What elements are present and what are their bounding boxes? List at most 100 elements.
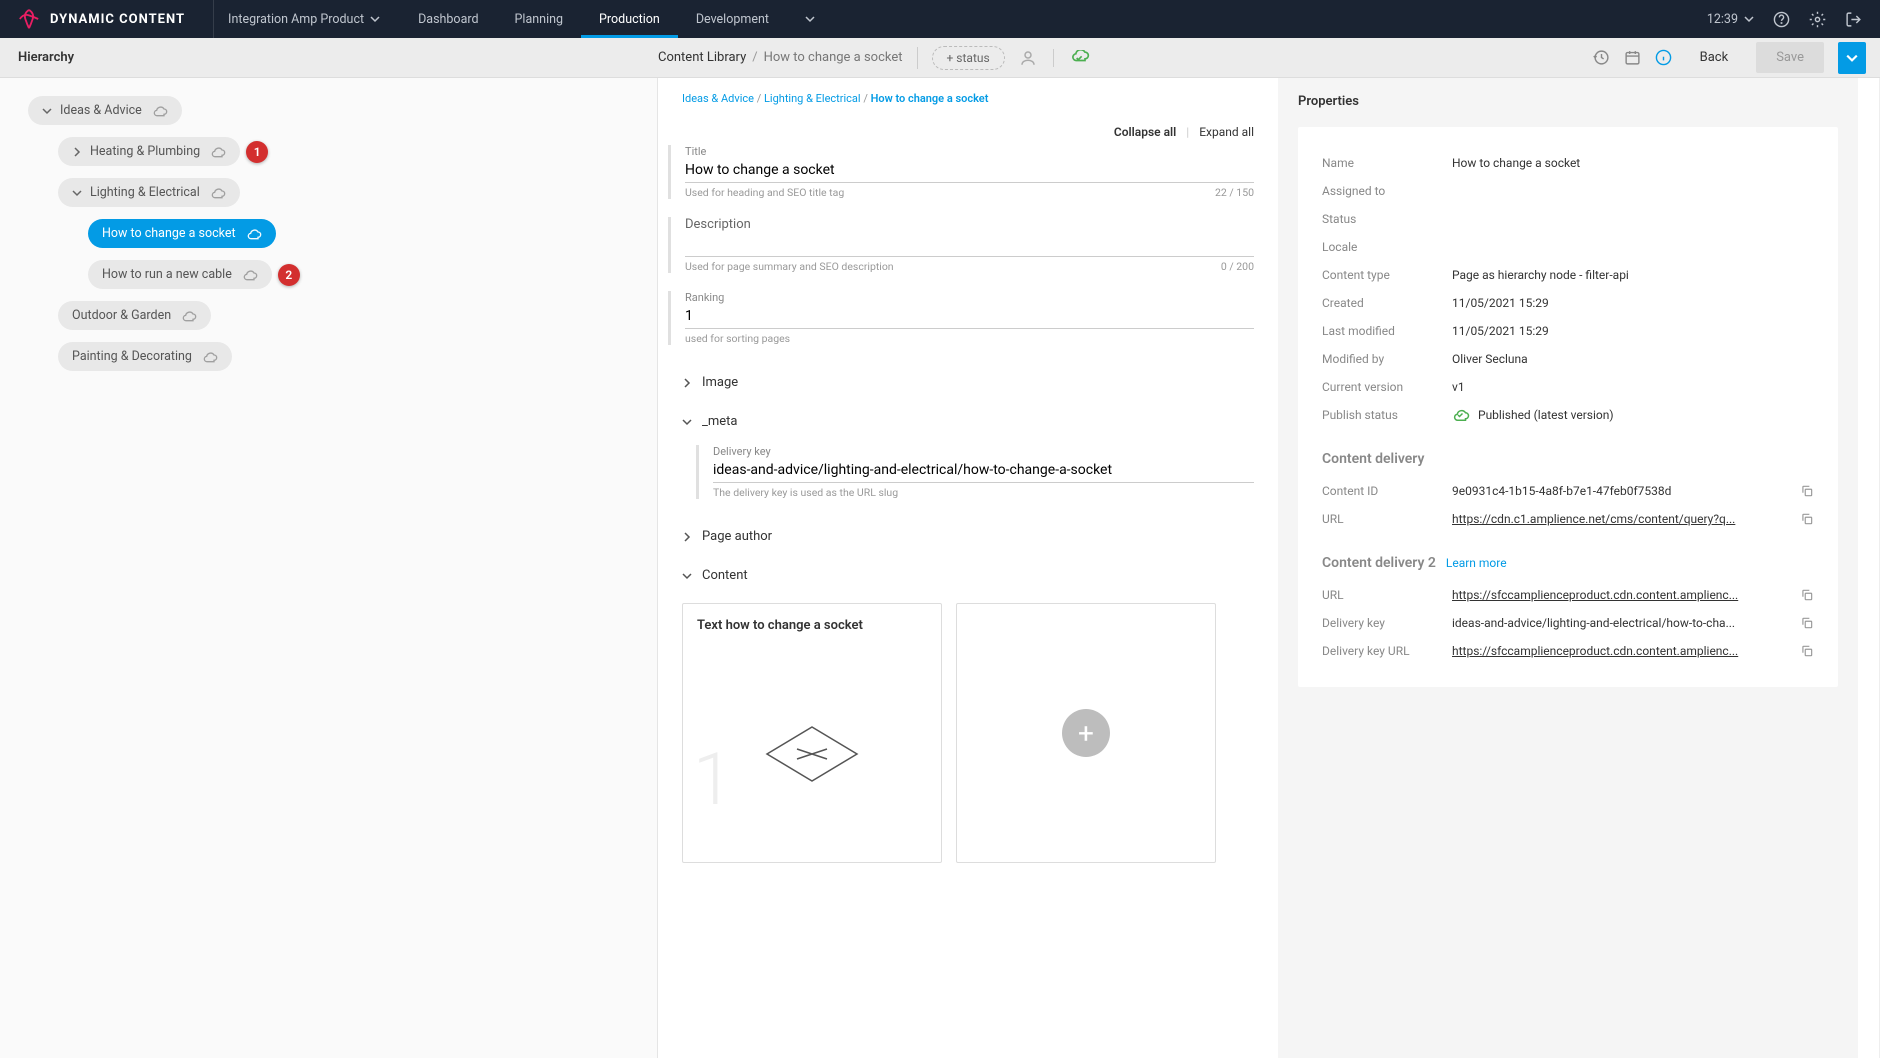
history-icon[interactable]	[1593, 49, 1610, 66]
field-label: Description	[685, 217, 1254, 232]
field-label: Ranking	[685, 291, 1254, 304]
tree-node-cable[interactable]: How to run a new cable	[88, 260, 272, 289]
field-label: Delivery key	[713, 445, 1254, 458]
bc-link[interactable]: Ideas & Advice	[682, 92, 754, 105]
collapse-all-button[interactable]: Collapse all	[1114, 125, 1176, 139]
ranking-input[interactable]	[685, 304, 1254, 329]
cloud-check-icon[interactable]	[1070, 50, 1090, 66]
breadcrumb-current: How to change a socket	[764, 50, 903, 65]
tree-node-heating[interactable]: Heating & Plumbing	[58, 137, 240, 166]
add-content-card[interactable]: +	[956, 603, 1216, 863]
chevron-right-icon	[682, 532, 692, 542]
user-icon[interactable]	[1019, 49, 1037, 67]
hierarchy-sidebar: Ideas & Advice Heating & Plumbing 1 Ligh…	[0, 78, 658, 1058]
section-meta[interactable]: _meta	[682, 402, 1254, 441]
back-button[interactable]: Back	[1686, 50, 1743, 65]
status-chip[interactable]: + status	[932, 46, 1005, 70]
delivery-key-value: ideas-and-advice/lighting-and-electrical…	[1452, 616, 1735, 630]
copy-icon[interactable]	[1790, 616, 1814, 630]
tab-more[interactable]	[787, 0, 833, 38]
tab-dashboard[interactable]: Dashboard	[400, 0, 496, 38]
chevron-right-icon	[682, 378, 692, 388]
tab-planning[interactable]: Planning	[497, 0, 582, 38]
prop-key: Current version	[1322, 380, 1452, 394]
field-hint: Used for heading and SEO title tag	[685, 186, 844, 199]
desc-count: 0 / 200	[1221, 260, 1254, 273]
copy-icon[interactable]	[1790, 484, 1814, 498]
delivery2-url-link[interactable]: https://sfccamplienceproduct.cdn.content…	[1452, 588, 1738, 602]
copy-icon[interactable]	[1790, 644, 1814, 658]
prop-value: How to change a socket	[1452, 156, 1814, 170]
breadcrumb-sep: /	[752, 50, 757, 65]
delivery-url-link[interactable]: https://cdn.c1.amplience.net/cms/content…	[1452, 512, 1735, 526]
settings-icon[interactable]	[1808, 10, 1826, 28]
title-input[interactable]	[685, 158, 1254, 183]
chevron-down-icon	[42, 106, 52, 116]
tree-node-socket[interactable]: How to change a socket	[88, 219, 276, 248]
hub-selector[interactable]: Integration Amp Product	[228, 12, 380, 27]
tab-development[interactable]: Development	[678, 0, 787, 38]
calendar-icon[interactable]	[1624, 49, 1641, 66]
content-cards: Text how to change a socket 1 +	[682, 603, 1254, 863]
chevron-down-icon	[1846, 52, 1858, 64]
tree-node-root[interactable]: Ideas & Advice	[28, 96, 182, 125]
tree-node-lighting[interactable]: Lighting & Electrical	[58, 178, 240, 207]
info-icon[interactable]	[1655, 49, 1672, 66]
tree-label: Painting & Decorating	[72, 349, 192, 364]
tree-node-outdoor[interactable]: Outdoor & Garden	[58, 301, 211, 330]
properties-panel: Properties NameHow to change a socket As…	[1278, 78, 1858, 1058]
save-dropdown-button[interactable]	[1838, 42, 1866, 74]
section-image[interactable]: Image	[682, 363, 1254, 402]
placeholder-icon	[757, 719, 867, 789]
prop-value	[1452, 240, 1814, 254]
brand-label: DYNAMIC CONTENT	[50, 12, 185, 27]
prop-key: Name	[1322, 156, 1452, 170]
subheader-icons	[1019, 49, 1090, 67]
top-nav: DYNAMIC CONTENT Integration Amp Product …	[0, 0, 1880, 38]
description-input[interactable]	[685, 232, 1254, 257]
content-card[interactable]: Text how to change a socket 1	[682, 603, 942, 863]
chevron-down-icon	[682, 417, 692, 427]
chevron-down-icon	[805, 14, 815, 24]
help-icon[interactable]	[1772, 10, 1790, 28]
expand-all-button[interactable]: Expand all	[1199, 125, 1254, 139]
section-content[interactable]: Content	[682, 556, 1254, 595]
time-display[interactable]: 12:39	[1707, 12, 1754, 27]
tree-label: How to run a new cable	[102, 267, 232, 282]
nav-tabs: Dashboard Planning Production Developmen…	[400, 0, 833, 38]
cloud-icon	[152, 105, 168, 117]
logout-icon[interactable]	[1844, 10, 1862, 28]
editor-panel: Ideas & Advice / Lighting & Electrical /…	[658, 78, 1880, 1058]
bc-link[interactable]: Lighting & Electrical	[764, 92, 861, 105]
breadcrumb-library[interactable]: Content Library	[658, 50, 746, 65]
logo-icon	[18, 8, 40, 30]
delivery-key-input[interactable]	[713, 458, 1254, 483]
section-label: Image	[702, 375, 738, 390]
prop-value: Page as hierarchy node - filter-api	[1452, 268, 1814, 282]
copy-icon[interactable]	[1790, 588, 1814, 602]
field-delivery-key: Delivery key The delivery key is used as…	[696, 445, 1254, 499]
prop-key: Delivery key URL	[1322, 644, 1452, 658]
learn-more-link[interactable]: Learn more	[1446, 556, 1507, 570]
section-label: Content	[702, 568, 748, 583]
sub-header: Hierarchy Content Library / How to chang…	[0, 38, 1880, 78]
tree-node-painting[interactable]: Painting & Decorating	[58, 342, 232, 371]
section-author[interactable]: Page author	[682, 517, 1254, 556]
prop-key: URL	[1322, 512, 1452, 526]
tree-label: Ideas & Advice	[60, 103, 142, 118]
save-button: Save	[1756, 42, 1824, 73]
content-id-value: 9e0931c4-1b15-4a8f-b7e1-47feb0f7538d	[1452, 484, 1671, 498]
section-content-delivery-2: Content delivery 2Learn more	[1322, 555, 1814, 571]
prop-value: 11/05/2021 15:29	[1452, 296, 1814, 310]
delivery-key-url-link[interactable]: https://sfccamplienceproduct.cdn.content…	[1452, 644, 1738, 658]
hub-label: Integration Amp Product	[228, 12, 364, 27]
copy-icon[interactable]	[1790, 512, 1814, 526]
tab-production[interactable]: Production	[581, 0, 678, 38]
plus-icon: +	[1062, 709, 1110, 757]
field-ranking: Ranking used for sorting pages	[668, 291, 1254, 345]
chevron-down-icon	[370, 14, 380, 24]
prop-key: Locale	[1322, 240, 1452, 254]
chevron-down-icon	[682, 571, 692, 581]
bc-current: How to change a socket	[871, 92, 989, 105]
prop-value: v1	[1452, 380, 1814, 394]
